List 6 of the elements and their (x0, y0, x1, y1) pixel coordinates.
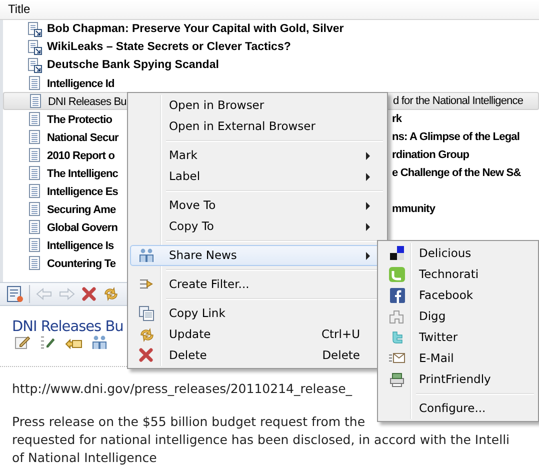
body-text: of National Intelligence (12, 449, 157, 467)
body-text: requested for national intelligence has been disclosed, in accord with the Intelli (12, 431, 510, 449)
body-text: Press release on the $55 billion budget request from the (12, 413, 366, 431)
article-headline: DNI Releases Bu (12, 318, 124, 337)
news-title: DNI Releases Bu (48, 96, 126, 108)
news-title: d for the National Intelligence (393, 94, 524, 109)
